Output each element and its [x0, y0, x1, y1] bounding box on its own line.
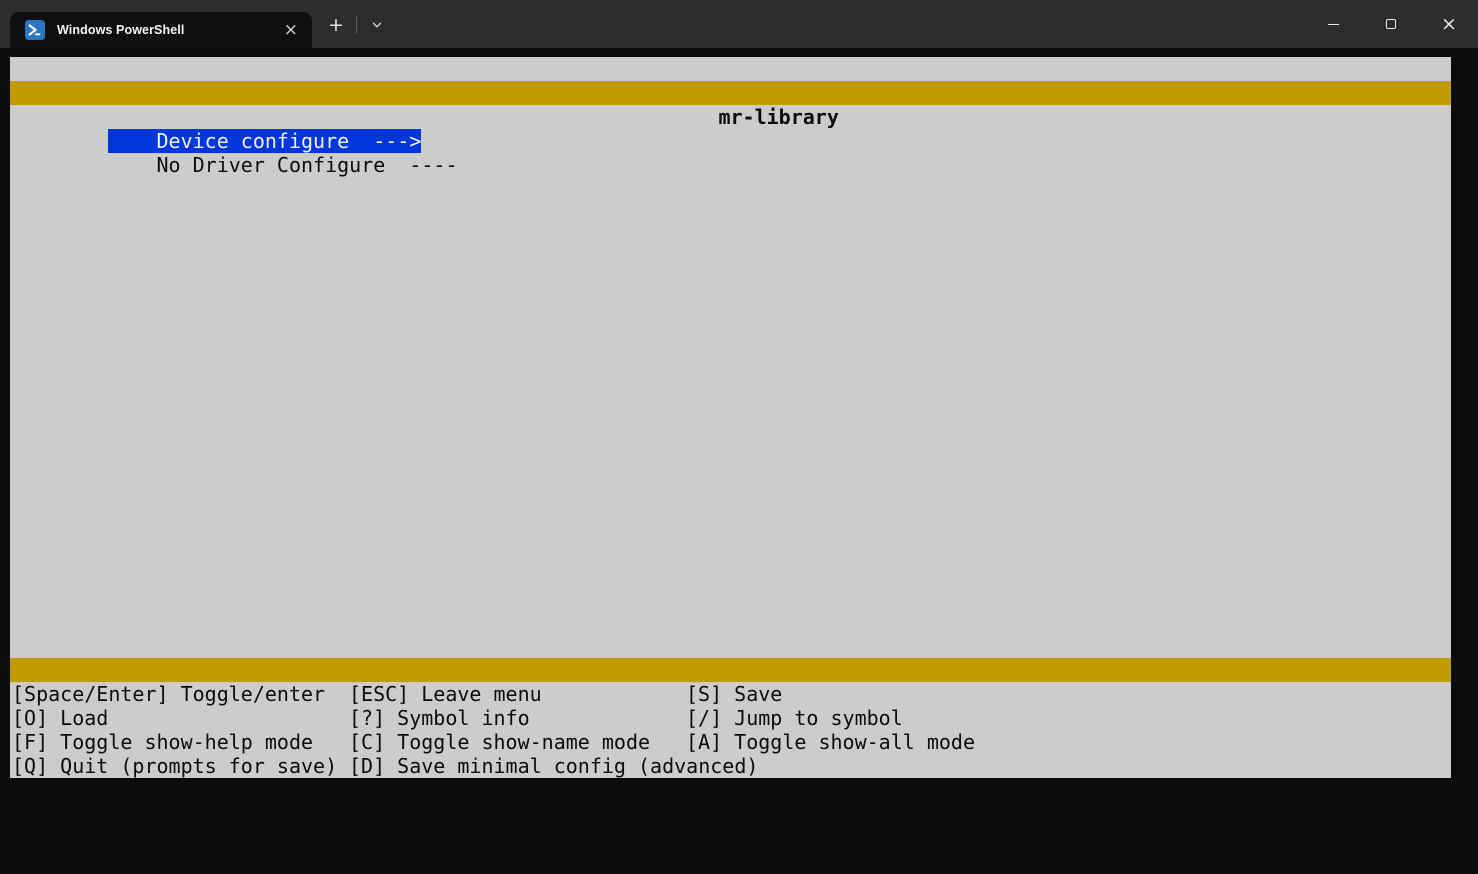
terminal-window: Windows PowerShell × + × — [0, 0, 1478, 787]
help-entry: [ESC] Leave menu — [349, 682, 542, 706]
help-entry: [?] Symbol info — [349, 706, 530, 730]
help-entry: [S] Save — [686, 682, 782, 706]
help-entry: [O] Load — [12, 706, 108, 730]
new-tab-button[interactable]: + — [318, 16, 354, 35]
window-controls: × — [1304, 0, 1478, 48]
tab-close-icon[interactable]: × — [280, 22, 302, 39]
help-entry: [Q] Quit (prompts for save) — [12, 754, 337, 778]
close-button[interactable]: × — [1420, 0, 1478, 48]
tab-title: Windows PowerShell — [57, 23, 280, 37]
menu-empty-area — [10, 153, 1451, 658]
terminal-body[interactable]: (Top) mr-library Device configure ---> N… — [0, 48, 1478, 787]
powershell-icon — [25, 20, 45, 40]
help-entry: [Space/Enter] Toggle/enter — [12, 682, 325, 706]
tab-bar-divider — [356, 16, 357, 34]
maximize-button[interactable] — [1362, 0, 1420, 48]
help-row-3: [F] Toggle show-help mode [C] Toggle sho… — [10, 730, 1451, 754]
help-row-4: [Q] Quit (prompts for save) [D] Save min… — [10, 754, 1451, 778]
menu-item-no-driver-configure[interactable]: No Driver Configure ---- — [10, 129, 1451, 153]
menu-item-label: No Driver Configure ---- — [108, 153, 457, 177]
minimize-button[interactable] — [1304, 0, 1362, 48]
titlebar[interactable]: Windows PowerShell × + × — [0, 0, 1478, 48]
menuconfig-screen: (Top) mr-library Device configure ---> N… — [10, 57, 1451, 778]
help-entry: [A] Toggle show-all mode — [686, 730, 975, 754]
help-entry: [D] Save minimal config (advanced) — [349, 754, 758, 778]
chevron-down-icon — [371, 19, 383, 34]
help-row-2: [O] Load [?] Symbol info [/] Jump to sym… — [10, 706, 1451, 730]
tab-windows-powershell[interactable]: Windows PowerShell × — [10, 12, 312, 48]
minimize-icon — [1328, 24, 1339, 25]
help-entry: [F] Toggle show-help mode — [12, 730, 313, 754]
help-entry: [/] Jump to symbol — [686, 706, 903, 730]
tab-dropdown-button[interactable] — [361, 19, 393, 34]
menu-item-device-configure[interactable]: Device configure ---> — [10, 105, 1451, 129]
help-entry: [C] Toggle show-name mode — [349, 730, 650, 754]
close-icon: × — [1441, 15, 1457, 34]
maximize-icon — [1386, 19, 1396, 29]
menu-title-bar: mr-library — [10, 81, 1451, 105]
separator-bar — [10, 658, 1451, 682]
help-row-1: [Space/Enter] Toggle/enter [ESC] Leave m… — [10, 682, 1451, 706]
breadcrumb-row: (Top) — [10, 57, 1451, 81]
